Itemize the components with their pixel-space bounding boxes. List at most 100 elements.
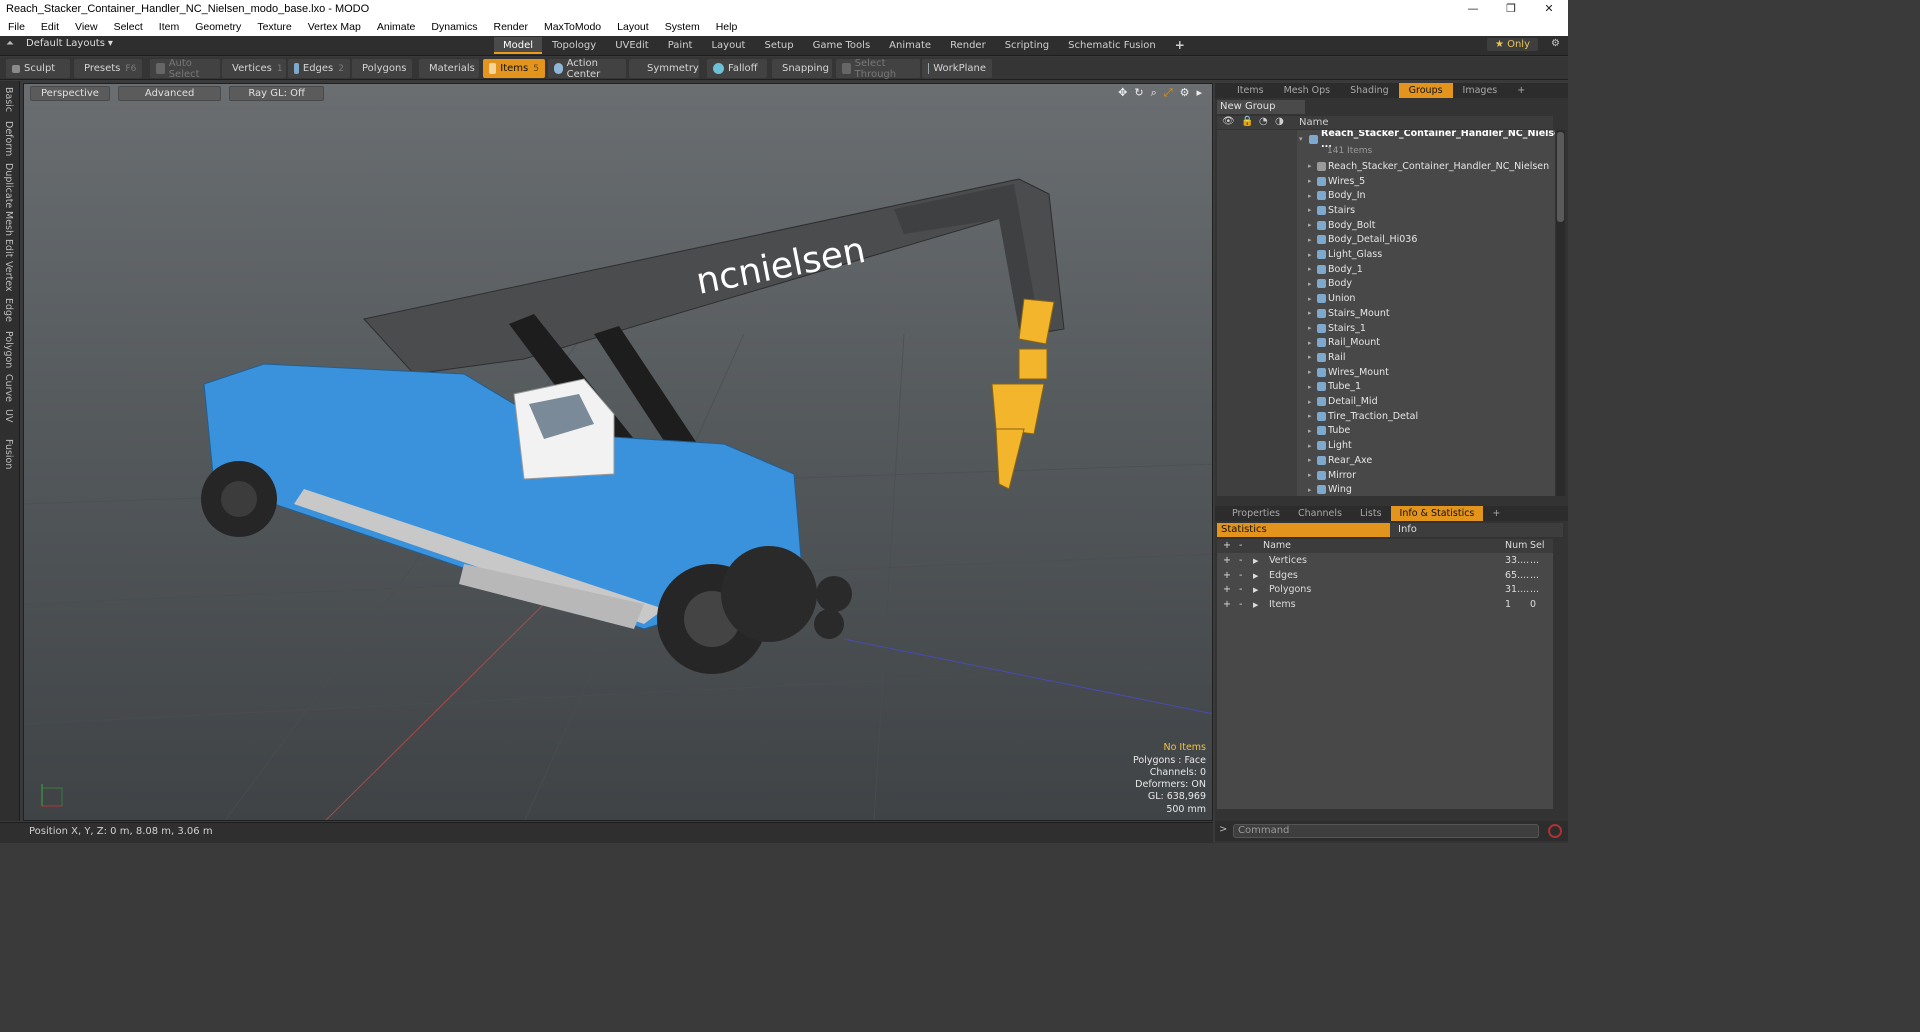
expand-arrow-icon[interactable]: ▾ [1299, 135, 1303, 143]
tree-item[interactable]: ▸ Body_Detail_Hi036 [1217, 233, 1555, 248]
tree-item[interactable]: ▸ Tube_1 [1217, 380, 1555, 395]
maximize-button[interactable]: ❐ [1492, 0, 1530, 18]
table-row[interactable]: + - ▶ Edges 65.... ... [1217, 569, 1553, 584]
expand-arrow-icon[interactable]: ▸ [1308, 442, 1312, 450]
collapse-all-icon[interactable]: - [1239, 539, 1242, 553]
add-panel-tab-button[interactable]: + [1507, 83, 1535, 98]
side-tab-basic[interactable]: Basic [3, 87, 14, 112]
expand-arrow-icon[interactable]: ▸ [1308, 456, 1312, 464]
expand-arrow-icon[interactable]: ▸ [1308, 412, 1312, 420]
tab-items[interactable]: Items [1227, 83, 1274, 98]
gear-icon[interactable]: ⚙ [1551, 38, 1560, 49]
side-tab-uv[interactable]: UV [3, 409, 14, 422]
tab-render[interactable]: Render [941, 37, 995, 54]
tree-item[interactable]: ▸ Body_Bolt [1217, 218, 1555, 233]
new-group-button[interactable]: New Group [1217, 100, 1305, 114]
menu-file[interactable]: File [0, 21, 33, 33]
tree-item[interactable]: ▸ Body_In [1217, 188, 1555, 203]
expand-arrow-icon[interactable]: ▸ [1308, 368, 1312, 376]
row-plus-button[interactable]: + [1223, 554, 1231, 568]
table-row[interactable]: + - ▶ Polygons 31.... ... [1217, 583, 1553, 598]
minimize-button[interactable]: — [1454, 0, 1492, 18]
expand-arrow-icon[interactable]: ▸ [1308, 236, 1312, 244]
expand-arrow-icon[interactable]: ▸ [1308, 383, 1312, 391]
side-tab-curve[interactable]: Curve [3, 374, 14, 402]
materials-button[interactable]: Materials [419, 59, 479, 78]
row-minus-button[interactable]: - [1239, 569, 1242, 583]
3d-viewport[interactable]: ncnielsen Perspective Advanced Ray GL: O… [23, 83, 1213, 821]
row-minus-button[interactable]: - [1239, 598, 1242, 612]
action-center-button[interactable]: Action Center [548, 58, 626, 80]
viewport-menu-icon[interactable]: ▸ [1196, 86, 1202, 100]
tab-animate[interactable]: Animate [880, 37, 940, 54]
tab-model[interactable]: Model [494, 37, 543, 54]
perspective-button[interactable]: Perspective [30, 86, 110, 101]
tab-game-tools[interactable]: Game Tools [804, 37, 880, 54]
menu-system[interactable]: System [657, 21, 708, 33]
tree-item[interactable]: ▸ Stairs_1 [1217, 321, 1555, 336]
statistics-subtab[interactable]: Statistics [1217, 523, 1390, 537]
expand-arrow-icon[interactable]: ▸ [1308, 162, 1312, 170]
row-minus-button[interactable]: - [1239, 554, 1242, 568]
falloff-button[interactable]: Falloff [707, 59, 767, 78]
menu-view[interactable]: View [67, 21, 106, 33]
close-button[interactable]: ✕ [1530, 0, 1568, 18]
tree-item[interactable]: ▸ Stairs [1217, 203, 1555, 218]
presets-button[interactable]: Presets F6 [74, 59, 142, 78]
scroll-thumb[interactable] [1557, 132, 1564, 222]
select-column-icon[interactable]: ◑ [1275, 116, 1284, 127]
tab-paint[interactable]: Paint [659, 37, 702, 54]
expand-arrow-icon[interactable]: ▸ [1308, 280, 1312, 288]
vertices-button[interactable]: Vertices 1 [222, 59, 286, 78]
menu-geometry[interactable]: Geometry [187, 21, 249, 33]
row-minus-button[interactable]: - [1239, 583, 1242, 597]
expand-arrow-icon[interactable]: ▸ [1308, 427, 1312, 435]
expand-arrow-icon[interactable]: ▸ [1308, 177, 1312, 185]
lock-column-icon[interactable]: 🔒 [1241, 116, 1253, 127]
tree-item[interactable]: ▸ Rail [1217, 350, 1555, 365]
side-tab-edge[interactable]: Edge [3, 298, 14, 322]
tab-channels[interactable]: Channels [1289, 506, 1351, 521]
workplane-button[interactable]: WorkPlane [922, 59, 992, 78]
layouts-dropdown[interactable]: ⏶ Default Layouts ▾ [6, 38, 113, 49]
viewport-gear-icon[interactable]: ⚙ [1180, 86, 1190, 100]
expand-arrow-icon[interactable]: ▸ [1308, 309, 1312, 317]
tree-item[interactable]: ▸ Wires_Mount [1217, 365, 1555, 380]
name-column-header[interactable]: Name [1299, 116, 1329, 129]
tab-shading[interactable]: Shading [1340, 83, 1399, 98]
add-stats-tab-button[interactable]: + [1483, 506, 1509, 521]
fit-view-icon[interactable]: ⤢ [1164, 86, 1173, 100]
row-plus-button[interactable]: + [1223, 583, 1231, 597]
advanced-button[interactable]: Advanced [117, 86, 222, 101]
tab-images[interactable]: Images [1453, 83, 1508, 98]
tab-uvedit[interactable]: UVEdit [606, 37, 658, 54]
expand-arrow-icon[interactable]: ▸ [1308, 486, 1312, 494]
tab-lists[interactable]: Lists [1351, 506, 1391, 521]
tree-item[interactable]: ▸ Rear_Axe [1217, 453, 1555, 468]
tree-item[interactable]: ▸ Light_Glass [1217, 247, 1555, 262]
menu-vertex-map[interactable]: Vertex Map [300, 21, 369, 33]
expand-arrow-icon[interactable]: ▸ [1308, 339, 1312, 347]
tab-setup[interactable]: Setup [755, 37, 802, 54]
tab-groups[interactable]: Groups [1398, 83, 1453, 98]
tree-item[interactable]: ▸ Rail_Mount [1217, 335, 1555, 350]
raygl-button[interactable]: Ray GL: Off [229, 86, 324, 101]
tab-scripting[interactable]: Scripting [996, 37, 1058, 54]
row-plus-button[interactable]: + [1223, 569, 1231, 583]
tree-item[interactable]: ▸ Tube [1217, 424, 1555, 439]
menu-animate[interactable]: Animate [369, 21, 424, 33]
table-row[interactable]: + - ▶ Vertices 33.... ... [1217, 554, 1553, 569]
menu-item[interactable]: Item [151, 21, 187, 33]
items-button[interactable]: Items 5 [483, 59, 545, 78]
expand-arrow-icon[interactable]: ▶ [1253, 569, 1258, 583]
tree-item[interactable]: ▸ Wing [1217, 482, 1555, 496]
symmetry-button[interactable]: Symmetry [629, 59, 699, 78]
expand-arrow-icon[interactable]: ▸ [1308, 265, 1312, 273]
select-through-button[interactable]: Select Through [836, 58, 920, 80]
tree-item[interactable]: ▸ Wires_5 [1217, 174, 1555, 189]
tree-item[interactable]: ▸ Detail_Mid [1217, 394, 1555, 409]
expand-arrow-icon[interactable]: ▸ [1308, 471, 1312, 479]
side-tab-duplicate[interactable]: Duplicate [3, 163, 14, 208]
tree-scrollbar[interactable] [1556, 130, 1565, 496]
expand-arrow-icon[interactable]: ▸ [1308, 398, 1312, 406]
